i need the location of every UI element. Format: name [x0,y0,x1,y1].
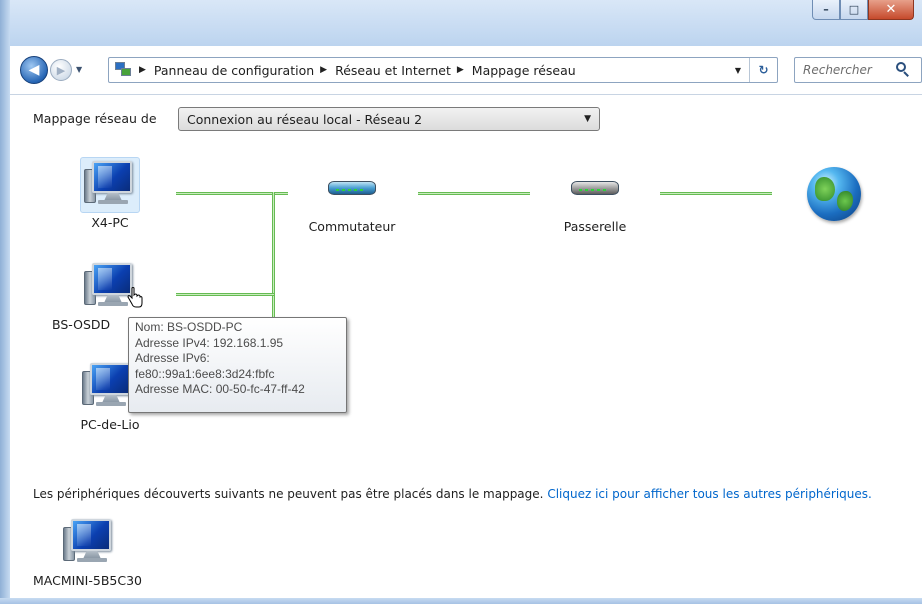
network-folder-icon [113,61,133,79]
connection-line [176,293,274,296]
computer-icon [61,517,117,567]
breadcrumb-separator-icon[interactable]: ▶ [457,65,464,75]
minimize-icon: – [823,3,829,16]
node-gateway[interactable]: Passerelle [540,177,650,234]
breadcrumb-separator-icon[interactable]: ▶ [139,65,146,75]
search-box[interactable] [794,57,922,83]
title-bar[interactable]: – □ ✕ [0,0,922,46]
connection-line [418,192,530,195]
network-select-value: Connexion au réseau local - Réseau 2 [187,111,423,127]
tooltip-ipv4: Adresse IPv4: 192.168.1.95 [135,335,284,350]
connection-line [274,192,288,195]
tooltip-mac: Adresse MAC: 00-50-fc-47-ff-42 [135,382,305,396]
forward-arrow-icon: ▶ [56,63,66,77]
refresh-button[interactable]: ↻ [749,58,777,82]
recent-pages-dropdown-icon[interactable]: ▼ [76,65,82,74]
close-button[interactable]: ✕ [868,0,914,20]
minimize-button[interactable]: – [812,0,840,20]
address-bar-controls: ▼ ↻ [727,58,777,82]
close-icon: ✕ [885,2,897,17]
tooltip-ipv6-label: Adresse IPv6: [135,351,210,365]
search-input[interactable] [803,63,889,77]
hand-cursor-icon [127,287,143,308]
back-button[interactable]: ◀ [20,56,48,84]
tooltip-ipv6-value: fe80::99a1:6ee8:3d24:fbfc [135,366,275,381]
device-info-tooltip: Nom: BS-OSDD-PC Adresse IPv4: 192.168.1.… [128,317,347,413]
window-controls: – □ ✕ [812,0,914,20]
node-label: MACMINI-5B5C30 [33,573,142,588]
node-label: Passerelle [563,219,627,234]
node-label: PC-de-Lio [80,417,140,432]
node-macmini[interactable]: MACMINI-5B5C30 [33,517,145,588]
breadcrumb-network-internet[interactable]: Réseau et Internet [335,63,451,78]
unplaced-devices-info: Les périphériques découverts suivants ne… [33,487,872,501]
connection-line [272,192,275,324]
maximize-icon: □ [848,3,860,16]
navigation-bar: ◀ ▶ ▼ ▶ Panneau de configuration ▶ Résea… [10,52,922,88]
maximize-button[interactable]: □ [840,0,868,20]
chevron-down-icon: ▼ [584,114,591,124]
refresh-icon: ↻ [758,63,769,77]
window-frame-bottom [0,598,922,604]
forward-button[interactable]: ▶ [50,59,72,81]
connection-line [660,192,772,195]
network-map-window: – □ ✕ ◀ ▶ ▼ ▶ Panneau de configuration ▶… [0,0,922,604]
node-internet[interactable] [807,167,863,223]
network-map-label: Mappage réseau de [33,111,157,126]
breadcrumb-separator-icon[interactable]: ▶ [320,65,327,75]
unplaced-devices-text: Les périphériques découverts suivants ne… [33,487,544,501]
network-map-content: Mappage réseau de Connexion au réseau lo… [10,94,922,598]
show-all-devices-link[interactable]: Cliquez ici pour afficher tous les autre… [547,487,872,501]
back-arrow-icon: ◀ [28,62,40,78]
node-label: X4-PC [91,215,129,230]
gateway-icon [565,177,625,199]
address-bar[interactable]: ▶ Panneau de configuration ▶ Réseau et I… [108,57,778,83]
tooltip-name: Nom: BS-OSDD-PC [135,320,243,334]
breadcrumb-control-panel[interactable]: Panneau de configuration [154,63,314,78]
address-history-dropdown-icon[interactable]: ▼ [727,66,749,75]
computer-icon [82,159,138,209]
window-frame-left [0,0,10,604]
internet-globe-icon [807,167,861,221]
connection-line [176,192,274,195]
node-x4-pc[interactable]: X4-PC [84,159,136,230]
search-icon[interactable] [893,60,913,80]
breadcrumb-network-map[interactable]: Mappage réseau [472,63,576,78]
node-switch[interactable]: Commutateur [297,177,407,234]
switch-icon [322,177,382,199]
node-label: Commutateur [308,219,396,234]
network-select[interactable]: Connexion au réseau local - Réseau 2 ▼ [178,107,600,131]
